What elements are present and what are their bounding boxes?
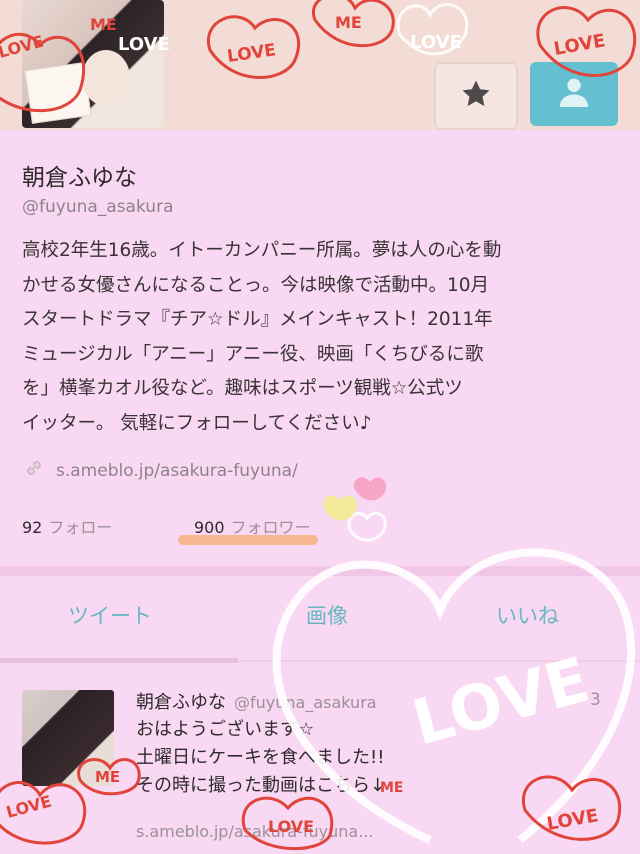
tab-underline: [238, 660, 640, 662]
profile-handle: @fuyuna_asakura: [22, 197, 174, 217]
tweet-link[interactable]: s.ameblo.jp/asakura-fuyuna...: [136, 822, 373, 841]
favorite-star-button[interactable]: [434, 62, 518, 130]
link-icon: [22, 456, 46, 485]
following-count: 92: [22, 518, 43, 537]
tweet-author-handle: @fuyuna_asakura: [234, 693, 377, 712]
tweet-text: おはようございます☆ 土曜日にケーキを食べました!! その時に撮った動画はこちら…: [136, 719, 386, 796]
profile-avatar[interactable]: [22, 0, 164, 128]
pastel-hearts: [323, 477, 387, 521]
avatar-paper-prop: [24, 62, 92, 124]
tab-likes[interactable]: いいね: [496, 600, 559, 630]
profile-link-row[interactable]: s.ameblo.jp/asakura-fuyuna/: [22, 456, 298, 485]
profile-bio: 高校2年生16歳。イトーカンパニー所属。夢は人の心を動 かせる女優さんになること…: [22, 240, 502, 434]
tweet-author: 朝倉ふゆな @fuyuna_asakura: [136, 688, 377, 714]
following-stat[interactable]: 92 フォロー: [22, 514, 112, 538]
follow-button[interactable]: [530, 62, 618, 126]
tab-media[interactable]: 画像: [306, 600, 348, 630]
tweet-avatar[interactable]: [22, 690, 114, 786]
sticker-love: LOVE: [4, 792, 53, 822]
person-icon: [554, 72, 594, 116]
followers-highlight-stroke: [178, 535, 318, 545]
star-icon: [459, 77, 493, 115]
profile-link[interactable]: s.ameblo.jp/asakura-fuyuna/: [56, 461, 298, 481]
profile-tabs: ツイート 画像 いいね: [0, 600, 640, 644]
section-divider: [0, 566, 640, 576]
active-tab-indicator: [0, 658, 238, 663]
following-label: フォロー: [48, 518, 113, 537]
sticker-love: LOVE: [545, 805, 600, 835]
tweet-author-name: 朝倉ふゆな: [136, 692, 226, 713]
tab-tweets[interactable]: ツイート: [68, 600, 152, 630]
profile-display-name: 朝倉ふゆな: [22, 165, 137, 191]
avatar-face: [82, 50, 130, 106]
tweet-timestamp: 3: [590, 690, 601, 710]
